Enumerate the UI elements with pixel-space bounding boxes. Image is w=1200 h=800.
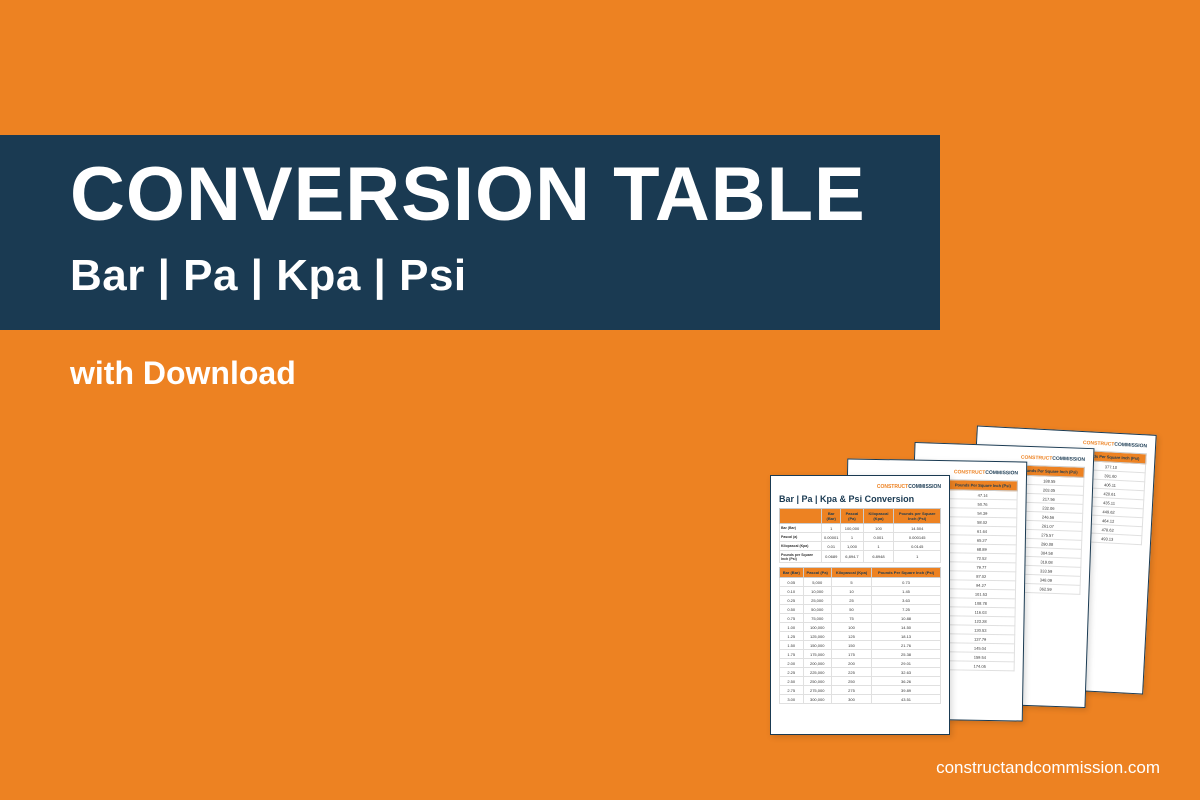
table-row: Pascal (a)0.0000110.0010.000145: [780, 533, 941, 542]
conversion-factors-table: Bar (Bar) Pascal (Pa) Kilopascal (Kpa) P…: [779, 508, 941, 563]
table-row: 0.2525,000253.63: [780, 596, 941, 605]
table-row: 1.25125,00012518.13: [780, 632, 941, 641]
title-main: CONVERSION TABLE: [70, 157, 940, 233]
preview-page-1: CONSTRUCTCOMMISSION Bar | Pa | Kpa & Psi…: [770, 475, 950, 735]
factors-body: Bar (Bar)1100,00010014.504Pascal (a)0.00…: [780, 524, 941, 563]
table-header-row: Bar (Bar) Pascal (Pa) Kilopascal (Kpa) P…: [780, 568, 941, 578]
table-row: 3.00300,00030043.51: [780, 695, 941, 704]
table-row: 0.5050,000507.25: [780, 605, 941, 614]
table-row: 2.75275,00027539.89: [780, 686, 941, 695]
title-units: Bar | Pa | Kpa | Psi: [70, 251, 940, 301]
title-band: CONVERSION TABLE Bar | Pa | Kpa | Psi: [0, 135, 940, 330]
table-row: 2.50250,00025036.26: [780, 677, 941, 686]
table-row: 0.1010,000101.45: [780, 587, 941, 596]
table-row: Kilopascal (Kpa)0.011,00010.0145: [780, 542, 941, 551]
table-row: 0.055,00050.73: [780, 578, 941, 587]
document-title: Bar | Pa | Kpa & Psi Conversion: [779, 494, 941, 504]
table-row: 2.25225,00022532.63: [780, 668, 941, 677]
table-body: 0.055,00050.730.1010,000101.450.2525,000…: [780, 578, 941, 704]
table-row: 2.00200,00020029.01: [780, 659, 941, 668]
subtitle: with Download: [70, 355, 296, 392]
table-row: 0.7575,0007510.88: [780, 614, 941, 623]
attribution: constructandcommission.com: [936, 758, 1160, 778]
brand-header: CONSTRUCTCOMMISSION: [779, 484, 941, 490]
table-row: 1.75175,00017525.38: [780, 650, 941, 659]
table-row: Pounds per Square Inch (Psi)0.06896,894.…: [780, 551, 941, 563]
table-row: Bar (Bar)1100,00010014.504: [780, 524, 941, 533]
conversion-table-1: Bar (Bar) Pascal (Pa) Kilopascal (Kpa) P…: [779, 567, 941, 704]
table-header-row: Bar (Bar) Pascal (Pa) Kilopascal (Kpa) P…: [780, 509, 941, 524]
document-preview-stack: CONSTRUCTCOMMISSION Bar (Bar) Pascal (Pa…: [760, 430, 1160, 780]
table-row: 1.50150,00015021.76: [780, 641, 941, 650]
table-row: 1.00100,00010014.50: [780, 623, 941, 632]
